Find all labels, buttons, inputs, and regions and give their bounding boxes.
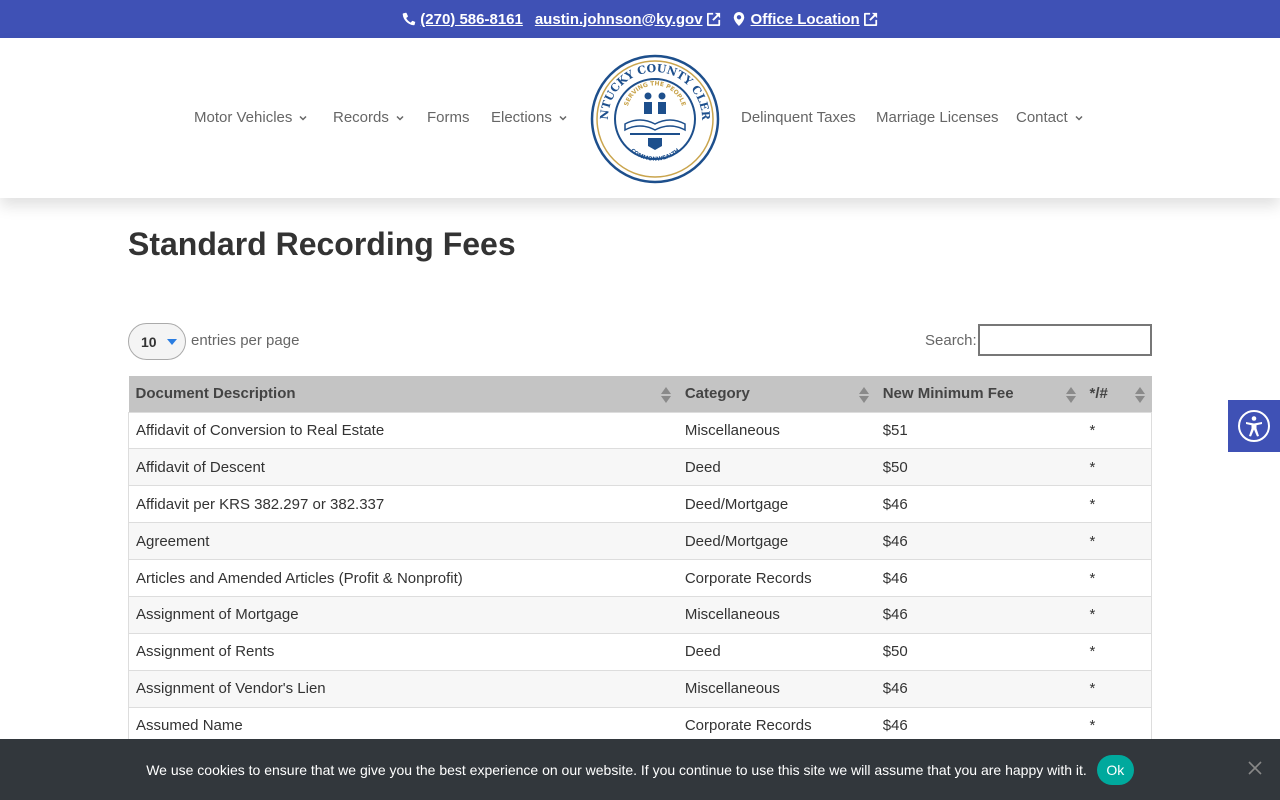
phone-link[interactable]: (270) 586-8161 <box>402 11 523 28</box>
nav-contact[interactable]: Contact <box>1016 109 1084 126</box>
dropdown-caret-icon <box>166 338 177 345</box>
nav-forms[interactable]: Forms <box>427 109 470 126</box>
chevron-down-icon <box>559 115 567 121</box>
kentucky-county-clerks-logo[interactable]: KENTUCKY COUNTY CLERKS SERVING THE PEOPL… <box>590 54 720 184</box>
cell-flag: * <box>1082 669 1152 708</box>
accessibility-icon <box>1238 410 1270 442</box>
cell-category: Deed <box>677 448 876 486</box>
cell-flag: * <box>1082 411 1152 449</box>
sort-icon <box>660 387 671 403</box>
table-row: Assignment of Mortgage Miscellaneous $46… <box>127 595 1152 634</box>
cell-fee: $46 <box>875 522 1083 560</box>
cell-description: Assignment of Rents <box>127 632 678 671</box>
cell-fee: $50 <box>875 632 1083 671</box>
page-title: Standard Recording Fees <box>128 226 516 262</box>
cell-fee: $50 <box>875 448 1083 486</box>
sort-icon <box>1134 387 1145 403</box>
cell-category: Corporate Records <box>677 559 876 597</box>
cell-fee: $46 <box>875 669 1083 708</box>
column-header-flag[interactable]: */# <box>1082 376 1152 412</box>
email-link[interactable]: austin.johnson@ky.gov <box>535 11 721 28</box>
cell-description: Affidavit per KRS 382.297 or 382.337 <box>127 485 678 523</box>
nav-label: Forms <box>427 109 470 126</box>
contact-bar: (270) 586-8161 austin.johnson@ky.gov Off… <box>0 0 1280 38</box>
entries-per-page-label: entries per page <box>191 332 300 349</box>
nav-elections[interactable]: Elections <box>491 109 568 126</box>
cookie-message: We use cookies to ensure that we give yo… <box>146 761 1087 778</box>
table-row: Assignment of Vendor's Lien Miscellaneou… <box>127 669 1152 708</box>
cell-flag: * <box>1082 559 1152 597</box>
nav-label: Delinquent Taxes <box>741 109 856 126</box>
cell-category: Deed/Mortgage <box>677 485 876 523</box>
cell-fee: $46 <box>875 485 1083 523</box>
table-row: Affidavit per KRS 382.297 or 382.337 Dee… <box>127 485 1152 523</box>
cell-description: Articles and Amended Articles (Profit & … <box>127 559 678 597</box>
entries-per-page-value: 10 <box>141 333 157 350</box>
office-location-link[interactable]: Office Location <box>733 11 878 28</box>
cookie-notice: We use cookies to ensure that we give yo… <box>0 739 1280 800</box>
table-row: Affidavit of Descent Deed $50 * <box>127 448 1152 486</box>
site-header: Motor Vehicles Records Forms Elections K… <box>0 38 1280 198</box>
phone-icon <box>402 12 416 26</box>
column-header-new-minimum-fee[interactable]: New Minimum Fee <box>875 376 1083 412</box>
search-label: Search: <box>925 332 977 349</box>
nav-label: Motor Vehicles <box>194 109 293 126</box>
search-input[interactable] <box>978 324 1152 356</box>
chevron-down-icon <box>396 115 404 121</box>
sort-icon <box>858 387 869 403</box>
cell-fee: $51 <box>875 411 1083 449</box>
nav-marriage-licenses[interactable]: Marriage Licenses <box>876 109 999 126</box>
cell-flag: * <box>1082 485 1152 523</box>
accessibility-button[interactable] <box>1228 400 1280 452</box>
phone-text: (270) 586-8161 <box>420 10 523 28</box>
table-row: Articles and Amended Articles (Profit & … <box>127 559 1152 597</box>
recording-fees-table: Document Description Category New Minimu… <box>127 376 1152 745</box>
cell-description: Assignment of Mortgage <box>127 595 678 634</box>
map-marker-icon <box>733 12 747 26</box>
cell-description: Affidavit of Conversion to Real Estate <box>127 411 678 449</box>
nav-label: Records <box>333 109 389 126</box>
email-text: austin.johnson@ky.gov <box>534 10 703 28</box>
cell-description: Affidavit of Descent <box>127 448 678 486</box>
office-location-text: Office Location <box>750 10 860 28</box>
chevron-down-icon <box>299 115 307 121</box>
column-header-label: */# <box>1089 385 1108 403</box>
cell-flag: * <box>1082 448 1152 486</box>
column-header-document-description[interactable]: Document Description <box>128 376 678 412</box>
column-header-category[interactable]: Category <box>677 376 876 412</box>
cell-fee: $46 <box>875 595 1083 634</box>
cell-category: Miscellaneous <box>677 595 876 634</box>
cookie-ok-button[interactable]: Ok <box>1096 754 1134 785</box>
external-link-icon <box>863 12 878 26</box>
cell-category: Miscellaneous <box>677 669 876 708</box>
entries-per-page-select[interactable]: 10 <box>128 323 186 360</box>
sort-icon <box>1065 387 1076 403</box>
nav-label: Elections <box>491 109 552 126</box>
cell-category: Miscellaneous <box>677 411 876 449</box>
cell-category: Deed <box>677 632 876 671</box>
close-icon[interactable] <box>1248 761 1262 775</box>
cell-flag: * <box>1082 632 1152 671</box>
nav-label: Marriage Licenses <box>876 109 999 126</box>
cell-fee: $46 <box>875 559 1083 597</box>
column-header-label: New Minimum Fee <box>882 385 1014 403</box>
cell-flag: * <box>1082 595 1152 634</box>
nav-records[interactable]: Records <box>333 109 405 126</box>
cell-description: Agreement <box>127 522 678 560</box>
table-header-row: Document Description Category New Minimu… <box>128 376 1152 412</box>
table-row: Agreement Deed/Mortgage $46 * <box>127 522 1152 560</box>
table-row: Affidavit of Conversion to Real Estate M… <box>127 411 1152 449</box>
chevron-down-icon <box>1075 115 1083 121</box>
column-header-label: Document Description <box>135 385 296 403</box>
column-header-label: Category <box>684 385 750 403</box>
external-link-icon <box>706 12 721 26</box>
nav-label: Contact <box>1016 109 1068 126</box>
nav-delinquent-taxes[interactable]: Delinquent Taxes <box>741 109 856 126</box>
table-row: Assignment of Rents Deed $50 * <box>127 632 1152 671</box>
nav-motor-vehicles[interactable]: Motor Vehicles <box>194 109 308 126</box>
cell-flag: * <box>1082 522 1152 560</box>
cell-description: Assignment of Vendor's Lien <box>127 669 678 708</box>
cell-category: Deed/Mortgage <box>677 522 876 560</box>
